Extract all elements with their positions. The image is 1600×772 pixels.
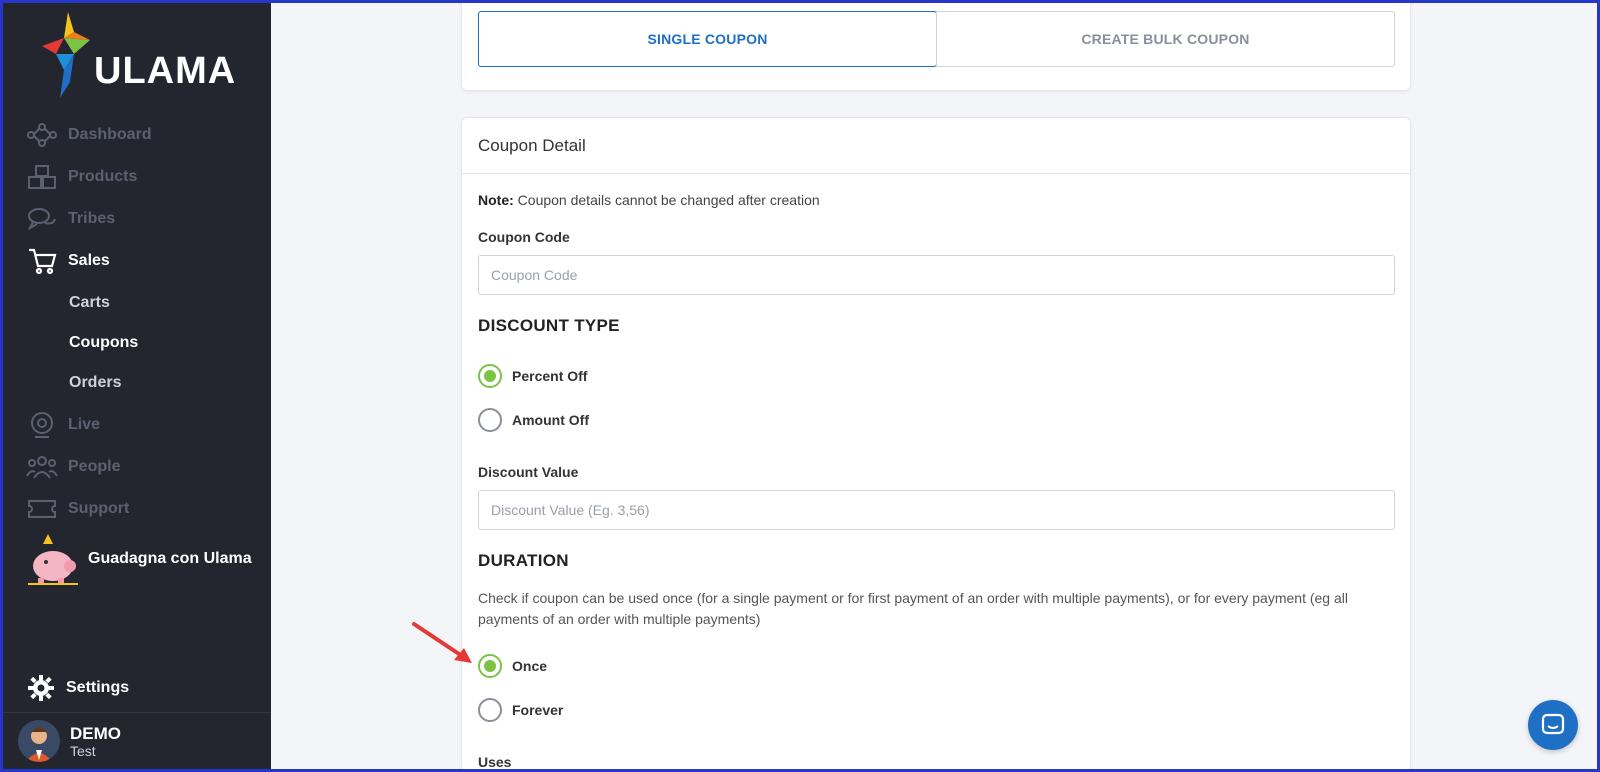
coupon-mode-tabs: SINGLE COUPON CREATE BULK COUPON xyxy=(478,11,1395,67)
sidebar-item-guadagna[interactable]: Guadagna con Ulama xyxy=(26,532,252,586)
uses-label: Uses xyxy=(478,754,512,770)
sidebar-item-label: Live xyxy=(68,416,101,433)
chat-support-button[interactable] xyxy=(1528,700,1578,750)
sidebar-subitem-carts[interactable]: Carts xyxy=(69,294,110,312)
sidebar-item-label: Sales xyxy=(68,252,110,269)
ticket-icon xyxy=(26,495,58,523)
people-icon xyxy=(26,453,58,481)
radio-forever[interactable]: Forever xyxy=(478,698,563,722)
sidebar-item-label: Support xyxy=(68,500,130,517)
radio-amount-off[interactable]: Amount Off xyxy=(478,408,589,432)
brand-name: ULAMA xyxy=(94,50,237,92)
sidebar-item-label: Products xyxy=(68,168,138,185)
coupon-code-label: Coupon Code xyxy=(478,229,570,245)
settings-label: Settings xyxy=(66,679,130,696)
card-title: Coupon Detail xyxy=(462,118,1410,174)
radio-label: Once xyxy=(512,658,548,674)
gear-icon xyxy=(28,675,54,701)
discount-value-label: Discount Value xyxy=(478,464,579,480)
radio-label: Amount Off xyxy=(512,412,589,428)
annotation-arrow-icon xyxy=(412,622,472,663)
radio-percent-off[interactable]: Percent Off xyxy=(478,364,587,388)
divider xyxy=(0,712,271,713)
sidebar-item-label: Tribes xyxy=(68,210,116,227)
sidebar-item-tribes[interactable]: Tribes xyxy=(26,204,115,234)
cart-icon xyxy=(26,247,58,275)
radio-once[interactable]: Once xyxy=(478,654,547,678)
webcam-icon xyxy=(26,411,58,439)
discount-type-title: DISCOUNT TYPE xyxy=(478,316,620,335)
radio-button[interactable] xyxy=(478,654,502,678)
sidebar-item-label: Dashboard xyxy=(68,126,152,143)
sidebar-item-settings[interactable]: Settings xyxy=(28,675,129,701)
note-label: Note: xyxy=(478,192,514,208)
coupon-detail-card: Coupon Detail Note: Coupon details canno… xyxy=(461,117,1411,772)
radio-button[interactable] xyxy=(478,408,502,432)
avatar xyxy=(18,720,60,762)
note-text: Note: Coupon details cannot be changed a… xyxy=(478,192,820,208)
radio-label: Percent Off xyxy=(512,368,588,384)
sidebar-item-products[interactable]: Products xyxy=(26,162,137,192)
sidebar-item-label: Guadagna con Ulama xyxy=(88,550,252,567)
network-icon xyxy=(26,121,58,149)
user-profile[interactable]: DEMO Test xyxy=(18,720,121,762)
piggy-bank-icon xyxy=(26,532,80,586)
radio-button[interactable] xyxy=(478,364,502,388)
tab-create-bulk-coupon[interactable]: CREATE BULK COUPON xyxy=(936,12,1394,66)
radio-label: Forever xyxy=(512,702,564,718)
ulama-logo[interactable]: ULAMA xyxy=(34,10,244,100)
coupon-code-input[interactable] xyxy=(478,255,1395,295)
boxes-icon xyxy=(26,163,58,191)
sidebar-item-label: People xyxy=(68,458,121,475)
sidebar-item-dashboard[interactable]: Dashboard xyxy=(26,120,152,150)
sidebar-item-sales[interactable]: Sales xyxy=(26,246,110,276)
sidebar-item-people[interactable]: People xyxy=(26,452,120,482)
user-name: DEMO xyxy=(70,723,121,743)
sidebar-subitem-coupons[interactable]: Coupons xyxy=(69,334,138,352)
chat-bubbles-icon xyxy=(26,205,58,233)
radio-button[interactable] xyxy=(478,698,502,722)
note-message: Coupon details cannot be changed after c… xyxy=(517,192,820,208)
coupon-mode-card: SINGLE COUPON CREATE BULK COUPON xyxy=(461,0,1411,91)
duration-title: DURATION xyxy=(478,551,569,570)
tab-single-coupon[interactable]: SINGLE COUPON xyxy=(478,11,937,67)
discount-value-input[interactable] xyxy=(478,490,1395,530)
duration-description: Check if coupon can be used once (for a … xyxy=(478,590,1348,627)
sidebar: ULAMA Dashboard Products Tribes Sales Ca… xyxy=(0,0,271,772)
sidebar-item-live[interactable]: Live xyxy=(26,410,100,440)
sidebar-item-support[interactable]: Support xyxy=(26,494,129,524)
user-subtitle: Test xyxy=(70,742,96,759)
chat-icon xyxy=(1541,713,1565,735)
sidebar-subitem-orders[interactable]: Orders xyxy=(69,374,121,392)
